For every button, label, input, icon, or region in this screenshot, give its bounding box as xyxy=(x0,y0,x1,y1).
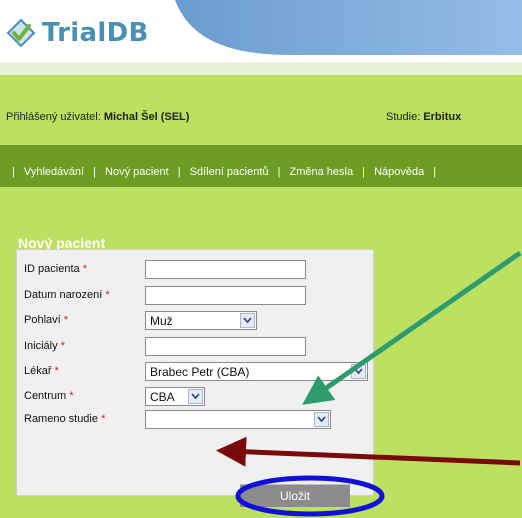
trialdb-logo[interactable]: TrialDB xyxy=(6,18,149,48)
initials-input[interactable] xyxy=(145,337,306,356)
required-mark: * xyxy=(82,263,87,275)
center-select[interactable]: CBA xyxy=(145,387,205,406)
nav-separator: | xyxy=(362,166,366,178)
nav-new-patient[interactable]: Nový pacient xyxy=(105,166,169,178)
doctor-label-text: Lékař xyxy=(24,365,52,377)
nav-separator: | xyxy=(93,166,96,178)
nav-search[interactable]: Vyhledávání xyxy=(24,166,84,178)
center-label: Centrum * xyxy=(24,390,74,402)
required-mark: * xyxy=(105,289,110,301)
nav-separator: | xyxy=(433,166,437,178)
patient-id-input[interactable] xyxy=(145,260,306,279)
birth-date-label-text: Datum narození xyxy=(24,289,103,301)
chevron-down-icon[interactable] xyxy=(240,313,255,328)
main-nav: | Vyhledávání | Nový pacient | Sdílení p… xyxy=(0,145,522,187)
center-label-text: Centrum xyxy=(24,390,67,402)
sex-select[interactable]: Muž xyxy=(145,311,257,330)
doctor-label: Lékař * xyxy=(24,365,59,377)
center-value: CBA xyxy=(150,390,175,404)
chevron-down-icon[interactable] xyxy=(314,412,329,427)
patient-id-label: ID pacienta * xyxy=(24,263,87,275)
chevron-down-icon[interactable] xyxy=(351,364,366,379)
initials-label: Iniciály * xyxy=(24,340,65,352)
nav-change-password[interactable]: Změna hesla xyxy=(290,166,354,178)
sex-label-text: Pohlaví xyxy=(24,314,61,326)
study-arm-label: Rameno studie * xyxy=(24,413,105,425)
nav-separator: | xyxy=(177,166,181,178)
app-title: TrialDB xyxy=(42,18,149,48)
doctor-value: Brabec Petr (CBA) xyxy=(150,365,250,379)
main-content: Nový pacient ID pacienta * Datum narozen… xyxy=(0,187,522,518)
patient-id-label-text: ID pacienta xyxy=(24,263,80,275)
study-arm-select[interactable] xyxy=(145,410,331,429)
chevron-down-icon[interactable] xyxy=(188,389,203,404)
required-mark: * xyxy=(54,365,59,377)
initials-label-text: Iniciály xyxy=(24,340,58,352)
user-name: Michal Šel (SEL) xyxy=(103,111,190,123)
birth-date-label: Datum narození * xyxy=(24,289,110,301)
sex-value: Muž xyxy=(150,314,173,328)
required-mark: * xyxy=(60,340,65,352)
required-mark: * xyxy=(63,314,69,326)
doctor-select[interactable]: Brabec Petr (CBA) xyxy=(145,362,368,381)
user-label: Přihlášený uživatel: xyxy=(6,111,101,123)
study-name: Erbitux xyxy=(423,111,462,123)
required-mark: * xyxy=(101,413,106,425)
save-button[interactable]: Uložit xyxy=(240,484,350,507)
nav-separator: | xyxy=(277,166,281,178)
nav-share-patients[interactable]: Sdílení pacientů xyxy=(190,166,269,178)
study-label: Studie: xyxy=(386,111,421,123)
sex-label: Pohlaví * xyxy=(24,314,68,326)
logged-in-user: Přihlášený uživatel: Michal Šel (SEL) xyxy=(6,111,189,123)
diamond-check-icon xyxy=(6,18,36,48)
birth-date-input[interactable] xyxy=(145,286,306,305)
required-mark: * xyxy=(69,390,74,402)
study-arm-label-text: Rameno studie xyxy=(24,413,98,425)
user-bar: Přihlášený uživatel: Michal Šel (SEL) St… xyxy=(0,75,522,145)
nav-help[interactable]: Nápověda xyxy=(374,166,424,178)
header: TrialDB xyxy=(0,0,522,75)
new-patient-form: ID pacienta * Datum narození * Pohlaví *… xyxy=(16,249,374,496)
nav-separator: | xyxy=(12,166,15,178)
study-info: Studie: Erbitux xyxy=(386,111,461,123)
